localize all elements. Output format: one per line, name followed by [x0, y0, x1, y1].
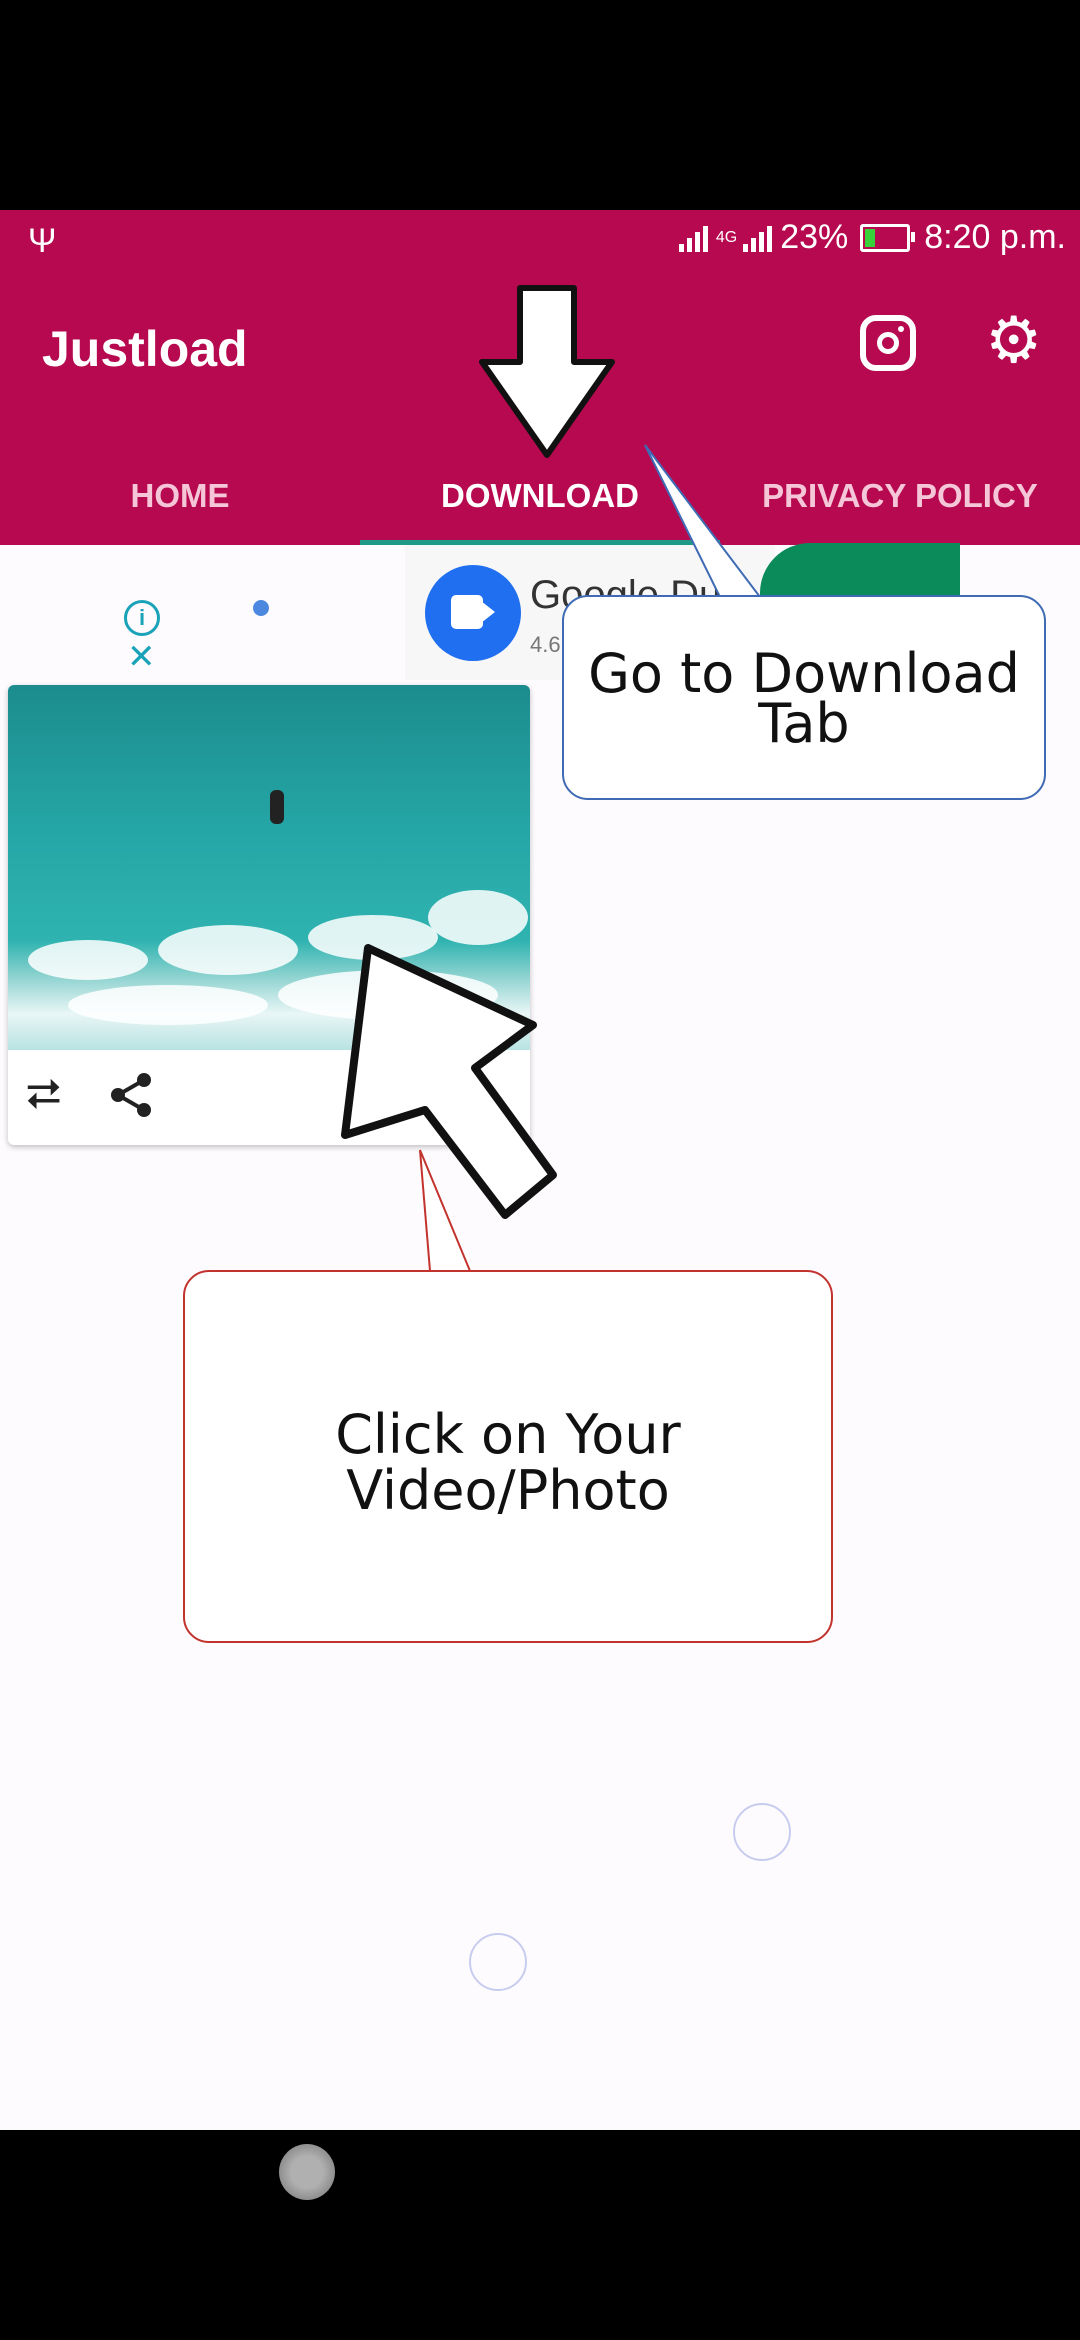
tutorial-overlay — [341, 285, 763, 1272]
cursor-arrow — [341, 944, 557, 1219]
down-arrow — [479, 285, 615, 458]
bottom-letterbox — [0, 2130, 1080, 2340]
callout-tail-blue — [644, 444, 763, 598]
touch-dot — [279, 2144, 335, 2200]
callout-tail-red — [419, 1149, 472, 1272]
callout-download-tab: Go to Download Tab — [562, 595, 1046, 800]
callout-click-line-1: Click on Your — [335, 1403, 681, 1466]
callout-download-line-2: Tab — [758, 692, 850, 755]
callout-click-item: Click on Your Video/Photo — [183, 1270, 833, 1643]
callout-click-line-2: Video/Photo — [346, 1459, 670, 1522]
